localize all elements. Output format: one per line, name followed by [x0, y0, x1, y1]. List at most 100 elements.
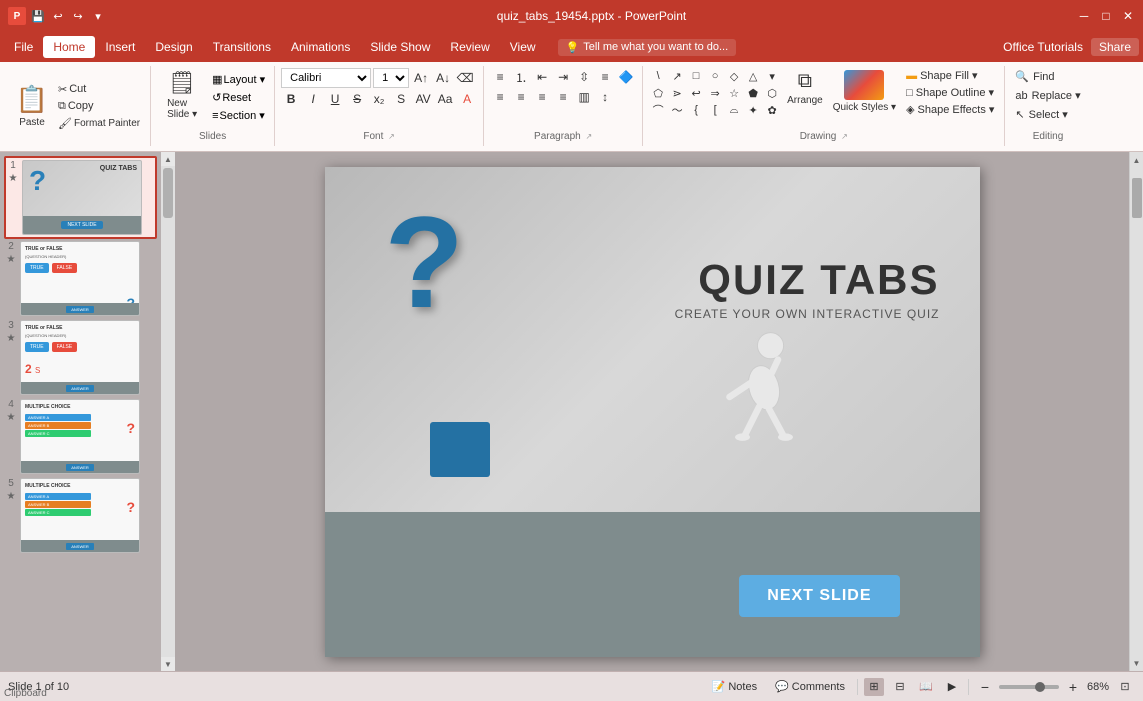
- cut-button[interactable]: ✂ Cut: [54, 82, 144, 97]
- share-button[interactable]: Share: [1091, 38, 1139, 56]
- align-right-button[interactable]: ≡: [532, 88, 552, 106]
- shape-line[interactable]: \: [649, 68, 667, 84]
- drawing-expand-icon[interactable]: ↗: [841, 132, 848, 141]
- zoom-out-button[interactable]: −: [975, 678, 995, 696]
- bullets-button[interactable]: ≡: [490, 68, 510, 86]
- shape-circle[interactable]: ○: [706, 68, 724, 84]
- change-case-button[interactable]: Aa: [435, 90, 455, 108]
- strikethrough-button[interactable]: S: [347, 90, 367, 108]
- smartart-button[interactable]: 🔷: [616, 68, 636, 86]
- font-decrease-button[interactable]: A↓: [433, 69, 453, 87]
- right-scrollbar-up[interactable]: ▲: [1130, 152, 1143, 168]
- select-button[interactable]: ↖ Select ▾: [1011, 106, 1084, 123]
- shape-effects-button[interactable]: ◈ Shape Effects ▾: [902, 102, 998, 117]
- slide-thumb-4[interactable]: 4 ★ MULTIPLE CHOICE ANSWER A ANSWER B AN…: [4, 397, 157, 476]
- shape-custom2[interactable]: ✦: [744, 102, 762, 118]
- right-scrollbar-down[interactable]: ▼: [1130, 655, 1143, 671]
- align-center-button[interactable]: ≡: [511, 88, 531, 106]
- menu-transitions[interactable]: Transitions: [203, 36, 281, 58]
- shape-fill-button[interactable]: ▬ Shape Fill ▾: [902, 68, 998, 83]
- columns-button[interactable]: ▥: [574, 88, 594, 106]
- copy-button[interactable]: ⧉ Copy: [54, 99, 144, 114]
- shape-block-arrow[interactable]: ⇒: [706, 85, 724, 101]
- shape-star[interactable]: ☆: [725, 85, 743, 101]
- decrease-indent-button[interactable]: ⇤: [532, 68, 552, 86]
- zoom-in-button[interactable]: +: [1063, 678, 1083, 696]
- arrange-button[interactable]: ⧉ Arrange: [783, 68, 827, 108]
- redo-qat-button[interactable]: ↪: [70, 8, 86, 24]
- slide-thumb-5[interactable]: 5 ★ MULTIPLE CHOICE ANSWER A ANSWER B AN…: [4, 476, 157, 555]
- font-size-select[interactable]: 18: [373, 68, 409, 88]
- layout-button[interactable]: ▦ Layout ▾: [209, 72, 268, 87]
- numbering-button[interactable]: ⒈: [511, 68, 531, 86]
- font-color-button[interactable]: A: [457, 90, 477, 108]
- customize-qat-button[interactable]: ▾: [90, 8, 106, 24]
- slide-thumb-2[interactable]: 2 ★ TRUE or FALSE (QUESTION HEADER) TRUE…: [4, 239, 157, 318]
- shape-chevron[interactable]: ⋗: [668, 85, 686, 101]
- text-direction-button[interactable]: ⇳: [574, 68, 594, 86]
- tell-me-bar[interactable]: 💡 Tell me what you want to do...: [558, 39, 737, 56]
- zoom-slider[interactable]: [999, 685, 1059, 689]
- shape-curve-arrow[interactable]: ↩: [687, 85, 705, 101]
- fit-window-button[interactable]: ⊡: [1115, 678, 1135, 696]
- office-tutorials-link[interactable]: Office Tutorials: [1003, 40, 1083, 54]
- paste-button[interactable]: 📋 Paste: [10, 68, 54, 144]
- view-sorter-button[interactable]: ⊟: [890, 678, 910, 696]
- shape-bend[interactable]: ⌒: [649, 102, 667, 118]
- window-close-button[interactable]: ✕: [1121, 9, 1135, 23]
- italic-button[interactable]: I: [303, 90, 323, 108]
- font-expand-icon[interactable]: ↗: [388, 132, 395, 141]
- find-button[interactable]: 🔍 Find: [1011, 68, 1084, 85]
- view-reading-button[interactable]: 📖: [916, 678, 936, 696]
- shape-custom3[interactable]: ✿: [763, 102, 781, 118]
- shape-outline-button[interactable]: □ Shape Outline ▾: [902, 85, 998, 100]
- align-left-button[interactable]: ≡: [490, 88, 510, 106]
- text-shadow-button[interactable]: S: [391, 90, 411, 108]
- panel-scroll-up[interactable]: ▲: [161, 152, 175, 166]
- subscript-button[interactable]: x₂: [369, 90, 389, 108]
- slide-thumb-1[interactable]: 1 ★ ? QUIZ TABS NEXT SLIDE: [4, 156, 157, 239]
- font-name-select[interactable]: Calibri: [281, 68, 371, 88]
- shape-pentagon2[interactable]: ⬟: [744, 85, 762, 101]
- section-button[interactable]: ≡ Section ▾: [209, 108, 268, 123]
- notes-button[interactable]: 📝 Notes: [706, 678, 763, 695]
- clear-format-button[interactable]: ⌫: [455, 69, 475, 87]
- shape-arrow[interactable]: ↗: [668, 68, 686, 84]
- shape-rect[interactable]: □: [687, 68, 705, 84]
- para-expand-icon[interactable]: ↗: [586, 132, 593, 141]
- menu-home[interactable]: Home: [43, 36, 95, 58]
- window-maximize-button[interactable]: □: [1099, 9, 1113, 23]
- menu-animations[interactable]: Animations: [281, 36, 360, 58]
- underline-button[interactable]: U: [325, 90, 345, 108]
- justify-button[interactable]: ≡: [553, 88, 573, 106]
- increase-indent-button[interactable]: ⇥: [553, 68, 573, 86]
- slide-thumb-3[interactable]: 3 ★ TRUE or FALSE (QUESTION HEADER) TRUE…: [4, 318, 157, 397]
- comments-button[interactable]: 💬 Comments: [769, 678, 851, 695]
- shape-diamond[interactable]: ◇: [725, 68, 743, 84]
- replace-button[interactable]: ab Replace ▾: [1011, 87, 1084, 104]
- line-spacing-button[interactable]: ↕: [595, 88, 615, 106]
- menu-review[interactable]: Review: [440, 36, 499, 58]
- window-minimize-button[interactable]: ─: [1077, 9, 1091, 23]
- panel-scroll-down[interactable]: ▼: [161, 657, 175, 671]
- shape-bracket[interactable]: [: [706, 102, 724, 118]
- shape-pentagon[interactable]: ⬠: [649, 85, 667, 101]
- new-slide-button[interactable]: 🗒 NewSlide ▾: [157, 68, 207, 122]
- menu-insert[interactable]: Insert: [95, 36, 145, 58]
- shape-hexagon[interactable]: ⬡: [763, 85, 781, 101]
- shape-more[interactable]: ▾: [763, 68, 781, 84]
- align-text-button[interactable]: ≡: [595, 68, 615, 86]
- menu-file[interactable]: File: [4, 36, 43, 58]
- shape-wave[interactable]: 〜: [668, 102, 686, 118]
- view-slideshow-button[interactable]: ▶: [942, 678, 962, 696]
- font-increase-button[interactable]: A↑: [411, 69, 431, 87]
- char-spacing-button[interactable]: AV: [413, 90, 433, 108]
- format-painter-button[interactable]: 🖌 Format Painter: [54, 116, 144, 131]
- shape-custom1[interactable]: ⌓: [725, 102, 743, 118]
- bold-button[interactable]: B: [281, 90, 301, 108]
- menu-view[interactable]: View: [500, 36, 546, 58]
- reset-button[interactable]: ↺ Reset: [209, 90, 268, 105]
- shape-brace-l[interactable]: {: [687, 102, 705, 118]
- undo-qat-button[interactable]: ↩: [50, 8, 66, 24]
- zoom-level[interactable]: 68%: [1087, 681, 1109, 693]
